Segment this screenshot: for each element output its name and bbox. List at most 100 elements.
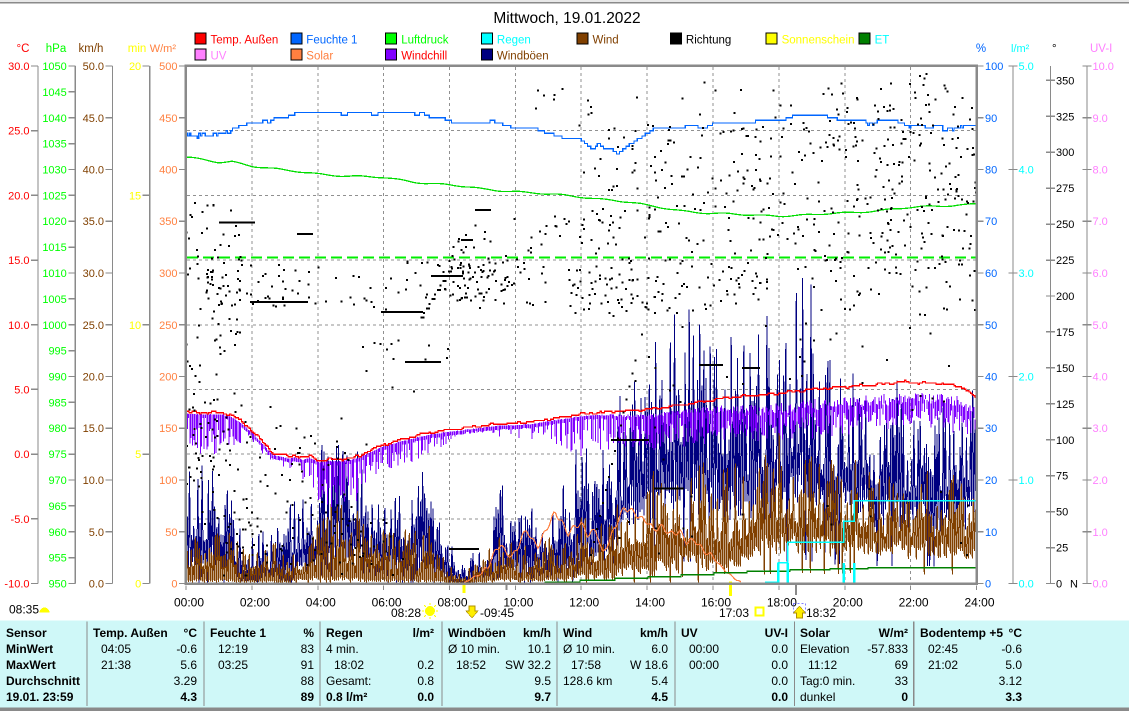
svg-text:-0.6: -0.6 <box>1001 642 1022 656</box>
svg-text:955: 955 <box>48 553 66 565</box>
svg-text:950: 950 <box>48 579 66 591</box>
svg-text:9.0: 9.0 <box>1093 113 1108 125</box>
svg-text:Bodentemp +5: Bodentemp +5 <box>920 626 1003 640</box>
svg-text:1030: 1030 <box>42 165 66 177</box>
svg-text:975: 975 <box>48 449 66 461</box>
svg-text:5: 5 <box>135 449 141 461</box>
svg-text:03:25: 03:25 <box>218 658 248 672</box>
svg-text:04:05: 04:05 <box>101 642 131 656</box>
svg-text:10.0: 10.0 <box>83 475 104 487</box>
svg-text:Solar: Solar <box>800 626 830 640</box>
svg-text:50.0: 50.0 <box>83 61 104 73</box>
svg-text:08:00: 08:00 <box>437 596 467 610</box>
svg-text:89: 89 <box>301 690 315 704</box>
svg-text:60: 60 <box>985 268 997 280</box>
svg-text:UV-I: UV-I <box>1090 43 1112 55</box>
svg-text:200: 200 <box>159 372 177 384</box>
svg-text:18:52: 18:52 <box>456 658 486 672</box>
svg-text:02:45: 02:45 <box>928 642 958 656</box>
svg-text:128.6 km: 128.6 km <box>563 674 612 688</box>
svg-text:300: 300 <box>1056 147 1074 159</box>
svg-text:%: % <box>303 626 314 640</box>
svg-text:00:00: 00:00 <box>689 658 719 672</box>
svg-text:80: 80 <box>985 165 997 177</box>
svg-text:°C: °C <box>17 43 30 55</box>
svg-text:75: 75 <box>1056 471 1068 483</box>
svg-text:Windchill: Windchill <box>401 51 447 63</box>
svg-text:20.0: 20.0 <box>8 190 29 202</box>
svg-text:5.0: 5.0 <box>1005 658 1022 672</box>
svg-text:20: 20 <box>129 61 141 73</box>
svg-text:0.0: 0.0 <box>14 449 29 461</box>
svg-text:12:19: 12:19 <box>218 642 248 656</box>
svg-text:UV: UV <box>681 626 698 640</box>
svg-text:Wind: Wind <box>563 626 592 640</box>
svg-text:Mittwoch, 19.01.2022: Mittwoch, 19.01.2022 <box>493 10 640 27</box>
svg-text:08:28: 08:28 <box>391 606 421 620</box>
svg-text:24:00: 24:00 <box>964 596 994 610</box>
svg-text:4 min.: 4 min. <box>326 642 359 656</box>
svg-text:0.2: 0.2 <box>417 658 434 672</box>
svg-text:5.6: 5.6 <box>180 658 197 672</box>
svg-text:35.0: 35.0 <box>83 216 104 228</box>
svg-text:-10.0: -10.0 <box>4 579 29 591</box>
svg-text:40: 40 <box>985 372 997 384</box>
svg-text:50: 50 <box>985 320 997 332</box>
svg-text:1010: 1010 <box>42 268 66 280</box>
svg-text:70: 70 <box>985 216 997 228</box>
svg-text:0.0: 0.0 <box>89 579 104 591</box>
svg-text:0.0: 0.0 <box>1093 579 1108 591</box>
svg-text:W/m²: W/m² <box>879 626 908 640</box>
svg-text:N: N <box>1070 579 1078 591</box>
svg-text:1020: 1020 <box>42 216 66 228</box>
svg-text:14:00: 14:00 <box>635 596 665 610</box>
svg-text:20: 20 <box>985 475 997 487</box>
svg-text:45.0: 45.0 <box>83 113 104 125</box>
svg-text:200: 200 <box>1056 291 1074 303</box>
svg-text:8.0: 8.0 <box>1093 165 1108 177</box>
svg-text:l/m²: l/m² <box>1011 43 1030 55</box>
svg-text:0.8 l/m²: 0.8 l/m² <box>326 690 367 704</box>
svg-text:970: 970 <box>48 475 66 487</box>
svg-text:Richtung: Richtung <box>686 35 731 47</box>
svg-text:5.4: 5.4 <box>651 674 668 688</box>
svg-text:3.3: 3.3 <box>1005 690 1022 704</box>
svg-text:0.0: 0.0 <box>771 674 788 688</box>
svg-text:960: 960 <box>48 527 66 539</box>
svg-text:1050: 1050 <box>42 61 66 73</box>
svg-text:Tag:0 min.: Tag:0 min. <box>800 674 855 688</box>
svg-text:Regen: Regen <box>497 35 531 47</box>
svg-text:33: 33 <box>895 674 909 688</box>
svg-text:500: 500 <box>159 61 177 73</box>
svg-text:6.0: 6.0 <box>1093 268 1108 280</box>
svg-text:100: 100 <box>159 475 177 487</box>
svg-text:10: 10 <box>129 320 141 332</box>
svg-text:980: 980 <box>48 423 66 435</box>
svg-text:dunkel: dunkel <box>800 690 835 704</box>
svg-text:Gesamt:: Gesamt: <box>326 674 371 688</box>
svg-text:15.0: 15.0 <box>83 423 104 435</box>
svg-text:9.5: 9.5 <box>534 674 551 688</box>
svg-text:10: 10 <box>985 527 997 539</box>
svg-text:985: 985 <box>48 397 66 409</box>
svg-text:0.0: 0.0 <box>1019 579 1034 591</box>
svg-text:15.0: 15.0 <box>8 255 29 267</box>
svg-text:0.0: 0.0 <box>417 690 434 704</box>
svg-text:1000: 1000 <box>42 320 66 332</box>
svg-text:2.0: 2.0 <box>1019 372 1034 384</box>
svg-text:min: min <box>128 43 147 55</box>
svg-text:325: 325 <box>1056 111 1074 123</box>
svg-text:12:00: 12:00 <box>569 596 599 610</box>
svg-text:6.0: 6.0 <box>651 642 668 656</box>
svg-text:0: 0 <box>135 579 141 591</box>
svg-text:4.0: 4.0 <box>1093 372 1108 384</box>
svg-text:0: 0 <box>1056 579 1062 591</box>
svg-text:3.0: 3.0 <box>1093 423 1108 435</box>
svg-text:250: 250 <box>159 320 177 332</box>
svg-text:4.0: 4.0 <box>1019 165 1034 177</box>
svg-text:18:00: 18:00 <box>767 596 797 610</box>
svg-text:Durchschnitt: Durchschnitt <box>6 674 80 688</box>
svg-text:00:00: 00:00 <box>174 596 204 610</box>
svg-text:1045: 1045 <box>42 87 66 99</box>
svg-text:08:35: 08:35 <box>9 603 39 617</box>
